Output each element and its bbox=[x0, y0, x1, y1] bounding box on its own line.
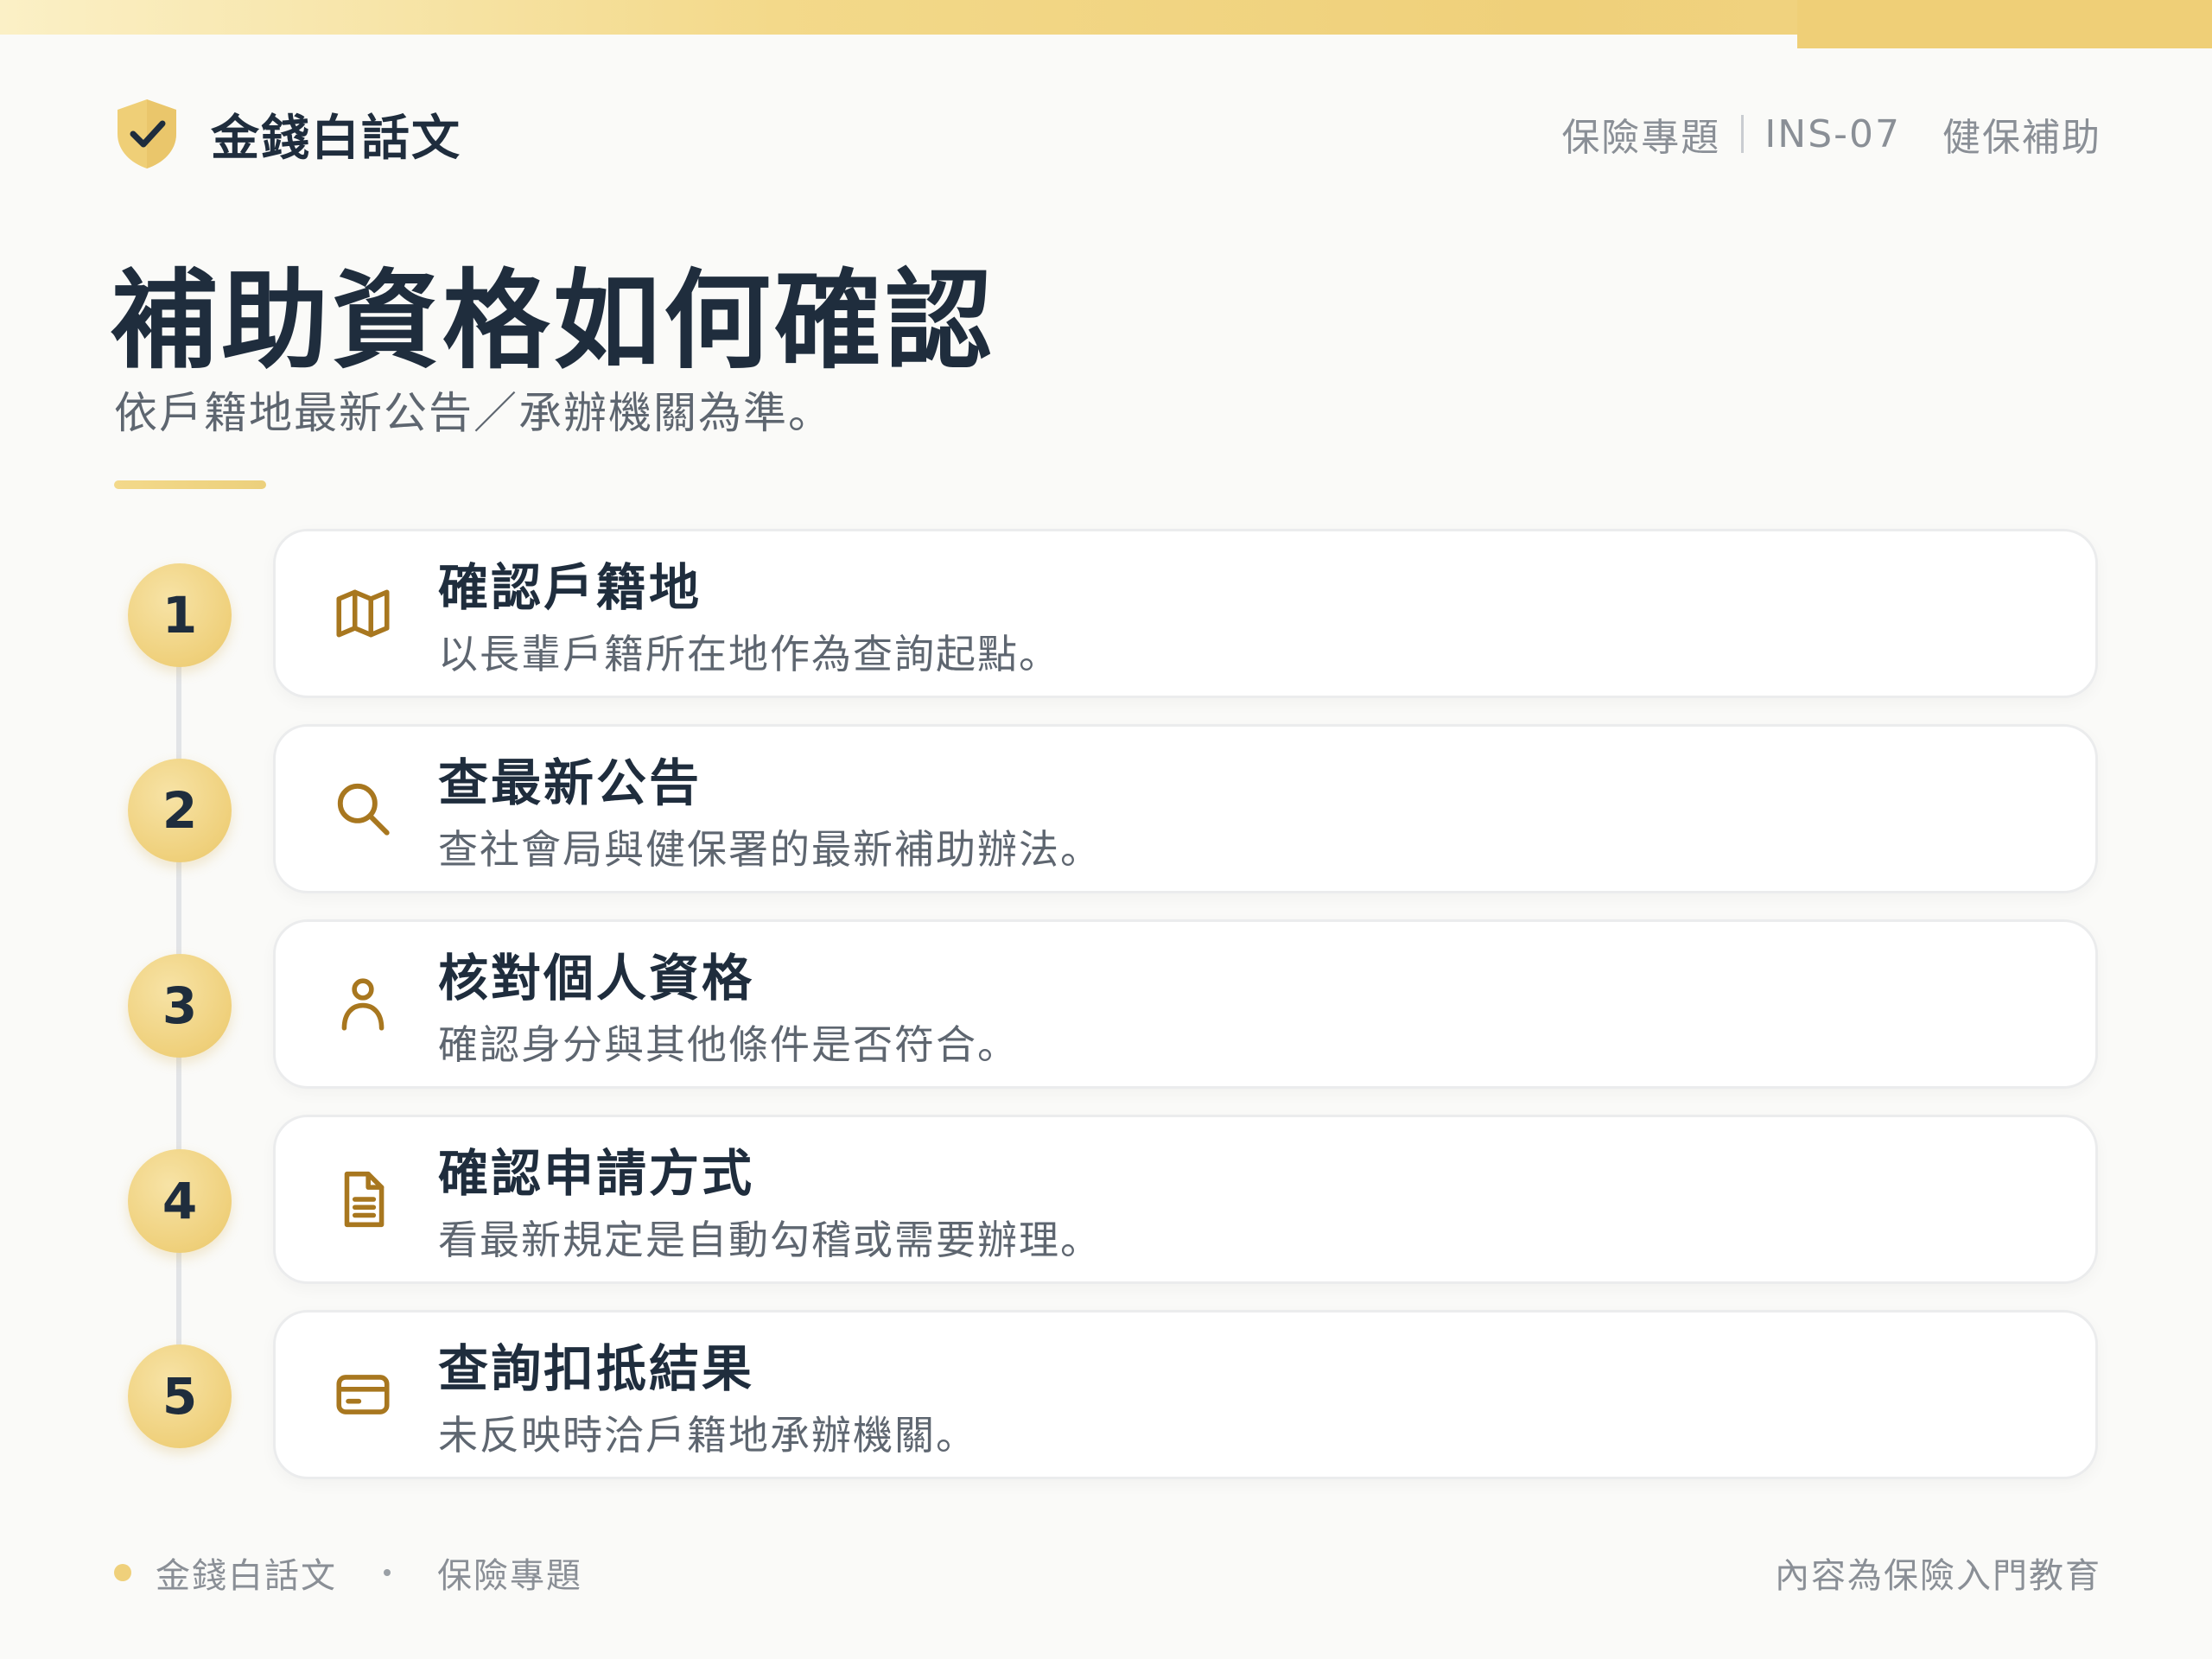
footer-brand: 金錢白話文 bbox=[156, 1556, 337, 1596]
user-icon bbox=[341, 978, 385, 1031]
footer-left: 金錢白話文 保險專題 bbox=[114, 1547, 582, 1599]
header-category: 保險專題 bbox=[1561, 116, 1721, 160]
title-accent-line bbox=[114, 480, 266, 489]
step-title: 查詢扣抵結果 bbox=[438, 1339, 755, 1398]
header-topic: 健保補助 bbox=[1942, 116, 2101, 160]
header-code: INS-07 bbox=[1764, 111, 1901, 156]
footer-bullet-icon bbox=[114, 1564, 131, 1581]
step-number-badge: 4 bbox=[128, 1149, 232, 1253]
step-number-badge: 5 bbox=[128, 1344, 232, 1448]
header: 金錢白話文 保險專題 INS-07 健保補助 bbox=[114, 95, 2101, 173]
footer-category: 保險專題 bbox=[437, 1556, 582, 1596]
step-number-badge: 3 bbox=[128, 954, 232, 1058]
step-card-4: 確認申請方式 看最新規定是自動勾稽或需要辦理。 bbox=[273, 1115, 2098, 1284]
step-description: 以長輩戶籍所在地作為查詢起點。 bbox=[438, 631, 1060, 677]
shield-check-icon bbox=[118, 99, 176, 168]
map-icon bbox=[336, 589, 390, 638]
search-icon bbox=[337, 783, 390, 836]
footer-disclaimer: 內容為保險入門教育 bbox=[1775, 1556, 2101, 1596]
step-card-1: 確認戶籍地 以長輩戶籍所在地作為查詢起點。 bbox=[273, 529, 2098, 698]
step-card-5: 查詢扣抵結果 未反映時洽戶籍地承辦機關。 bbox=[273, 1310, 2098, 1479]
top-accent-block bbox=[1797, 0, 2212, 48]
step-title: 確認戶籍地 bbox=[438, 558, 702, 617]
step-number-badge: 2 bbox=[128, 759, 232, 862]
header-divider bbox=[1741, 115, 1745, 153]
step-card-2: 查最新公告 查社會局與健保署的最新補助辦法。 bbox=[273, 724, 2098, 893]
step-description: 查社會局與健保署的最新補助辦法。 bbox=[438, 826, 1102, 873]
header-meta: 保險專題 INS-07 健保補助 bbox=[1561, 95, 2101, 173]
step-title: 查最新公告 bbox=[438, 753, 702, 812]
step-description: 看最新規定是自動勾稽或需要辦理。 bbox=[438, 1217, 1102, 1263]
brand-name: 金錢白話文 bbox=[211, 110, 461, 167]
step-number-badge: 1 bbox=[128, 563, 232, 667]
step-card-3: 核對個人資格 確認身分與其他條件是否符合。 bbox=[273, 919, 2098, 1089]
step-description: 確認身分與其他條件是否符合。 bbox=[438, 1021, 1019, 1068]
page-subtitle: 依戶籍地最新公告／承辦機關為準。 bbox=[114, 388, 833, 438]
footer-separator-dot bbox=[384, 1569, 391, 1576]
card-icon bbox=[336, 1375, 390, 1414]
step-title: 確認申請方式 bbox=[438, 1144, 755, 1203]
page-title: 補助資格如何確認 bbox=[111, 259, 996, 384]
footer: 金錢白話文 保險專題 內容為保險入門教育 bbox=[114, 1547, 2101, 1599]
step-description: 未反映時洽戶籍地承辦機關。 bbox=[438, 1412, 977, 1459]
document-icon bbox=[344, 1171, 385, 1228]
step-title: 核對個人資格 bbox=[438, 949, 755, 1007]
brand: 金錢白話文 bbox=[114, 95, 461, 173]
